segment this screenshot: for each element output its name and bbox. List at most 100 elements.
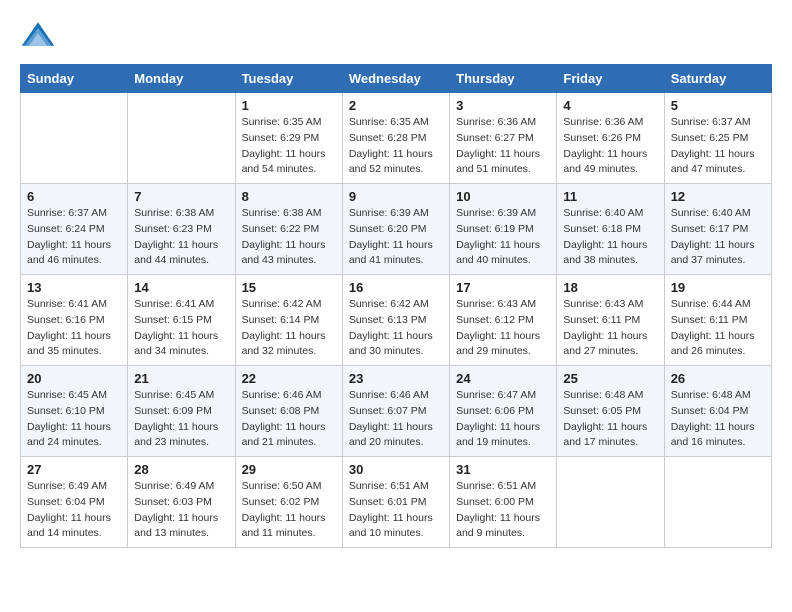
day-detail: Sunrise: 6:50 AMSunset: 6:02 PMDaylight:… [242, 479, 336, 542]
calendar-cell: 5 Sunrise: 6:37 AMSunset: 6:25 PMDaylight… [664, 93, 771, 184]
weekday-header-friday: Friday [557, 65, 664, 93]
day-number: 30 [349, 462, 443, 477]
day-detail: Sunrise: 6:44 AMSunset: 6:11 PMDaylight:… [671, 297, 765, 360]
day-number: 22 [242, 371, 336, 386]
day-detail: Sunrise: 6:48 AMSunset: 6:05 PMDaylight:… [563, 388, 657, 451]
day-number: 16 [349, 280, 443, 295]
day-detail: Sunrise: 6:39 AMSunset: 6:19 PMDaylight:… [456, 206, 550, 269]
day-detail: Sunrise: 6:43 AMSunset: 6:11 PMDaylight:… [563, 297, 657, 360]
weekday-header-row: SundayMondayTuesdayWednesdayThursdayFrid… [21, 65, 772, 93]
day-number: 21 [134, 371, 228, 386]
day-number: 6 [27, 189, 121, 204]
calendar-cell: 14 Sunrise: 6:41 AMSunset: 6:15 PMDayligh… [128, 275, 235, 366]
day-number: 11 [563, 189, 657, 204]
calendar-cell: 23 Sunrise: 6:46 AMSunset: 6:07 PMDayligh… [342, 366, 449, 457]
weekday-header-monday: Monday [128, 65, 235, 93]
calendar-week-row: 1 Sunrise: 6:35 AMSunset: 6:29 PMDaylight… [21, 93, 772, 184]
day-number: 31 [456, 462, 550, 477]
weekday-header-wednesday: Wednesday [342, 65, 449, 93]
calendar-cell: 21 Sunrise: 6:45 AMSunset: 6:09 PMDayligh… [128, 366, 235, 457]
day-detail: Sunrise: 6:45 AMSunset: 6:09 PMDaylight:… [134, 388, 228, 451]
weekday-header-tuesday: Tuesday [235, 65, 342, 93]
calendar-cell: 3 Sunrise: 6:36 AMSunset: 6:27 PMDaylight… [450, 93, 557, 184]
day-number: 20 [27, 371, 121, 386]
calendar-cell: 11 Sunrise: 6:40 AMSunset: 6:18 PMDayligh… [557, 184, 664, 275]
calendar-cell: 31 Sunrise: 6:51 AMSunset: 6:00 PMDayligh… [450, 457, 557, 548]
page-header [20, 20, 772, 48]
day-detail: Sunrise: 6:49 AMSunset: 6:03 PMDaylight:… [134, 479, 228, 542]
calendar-cell: 10 Sunrise: 6:39 AMSunset: 6:19 PMDayligh… [450, 184, 557, 275]
logo-icon [20, 20, 56, 48]
calendar-cell: 1 Sunrise: 6:35 AMSunset: 6:29 PMDaylight… [235, 93, 342, 184]
day-number: 10 [456, 189, 550, 204]
calendar-cell: 7 Sunrise: 6:38 AMSunset: 6:23 PMDaylight… [128, 184, 235, 275]
calendar-cell: 29 Sunrise: 6:50 AMSunset: 6:02 PMDayligh… [235, 457, 342, 548]
day-detail: Sunrise: 6:37 AMSunset: 6:24 PMDaylight:… [27, 206, 121, 269]
calendar-cell: 26 Sunrise: 6:48 AMSunset: 6:04 PMDayligh… [664, 366, 771, 457]
calendar-week-row: 6 Sunrise: 6:37 AMSunset: 6:24 PMDaylight… [21, 184, 772, 275]
day-number: 4 [563, 98, 657, 113]
day-number: 1 [242, 98, 336, 113]
day-number: 24 [456, 371, 550, 386]
day-number: 17 [456, 280, 550, 295]
logo [20, 20, 62, 48]
day-detail: Sunrise: 6:42 AMSunset: 6:13 PMDaylight:… [349, 297, 443, 360]
day-number: 19 [671, 280, 765, 295]
calendar-cell [557, 457, 664, 548]
calendar-cell: 8Sunrise: 6:38 AMSunset: 6:22 PMDaylight… [235, 184, 342, 275]
day-detail: Sunrise: 6:51 AMSunset: 6:00 PMDaylight:… [456, 479, 550, 542]
calendar-cell [128, 93, 235, 184]
day-number: 7 [134, 189, 228, 204]
day-number: 27 [27, 462, 121, 477]
day-detail: Sunrise: 6:35 AMSunset: 6:28 PMDaylight:… [349, 115, 443, 178]
day-detail: Sunrise: 6:35 AMSunset: 6:29 PMDaylight:… [242, 115, 336, 178]
day-detail: Sunrise: 6:40 AMSunset: 6:18 PMDaylight:… [563, 206, 657, 269]
calendar-cell: 2Sunrise: 6:35 AMSunset: 6:28 PMDaylight… [342, 93, 449, 184]
day-number: 13 [27, 280, 121, 295]
day-detail: Sunrise: 6:47 AMSunset: 6:06 PMDaylight:… [456, 388, 550, 451]
day-detail: Sunrise: 6:37 AMSunset: 6:25 PMDaylight:… [671, 115, 765, 178]
calendar-cell: 19 Sunrise: 6:44 AMSunset: 6:11 PMDayligh… [664, 275, 771, 366]
calendar-cell: 24 Sunrise: 6:47 AMSunset: 6:06 PMDayligh… [450, 366, 557, 457]
calendar-cell: 18Sunrise: 6:43 AMSunset: 6:11 PMDayligh… [557, 275, 664, 366]
day-number: 5 [671, 98, 765, 113]
calendar-week-row: 13 Sunrise: 6:41 AMSunset: 6:16 PMDayligh… [21, 275, 772, 366]
day-number: 8 [242, 189, 336, 204]
calendar-cell [21, 93, 128, 184]
calendar-cell: 30 Sunrise: 6:51 AMSunset: 6:01 PMDayligh… [342, 457, 449, 548]
day-detail: Sunrise: 6:46 AMSunset: 6:08 PMDaylight:… [242, 388, 336, 451]
calendar-cell: 17 Sunrise: 6:43 AMSunset: 6:12 PMDayligh… [450, 275, 557, 366]
day-number: 29 [242, 462, 336, 477]
calendar-cell: 9Sunrise: 6:39 AMSunset: 6:20 PMDaylight… [342, 184, 449, 275]
day-detail: Sunrise: 6:40 AMSunset: 6:17 PMDaylight:… [671, 206, 765, 269]
day-number: 14 [134, 280, 228, 295]
day-detail: Sunrise: 6:51 AMSunset: 6:01 PMDaylight:… [349, 479, 443, 542]
day-detail: Sunrise: 6:43 AMSunset: 6:12 PMDaylight:… [456, 297, 550, 360]
day-detail: Sunrise: 6:48 AMSunset: 6:04 PMDaylight:… [671, 388, 765, 451]
calendar-cell: 20 Sunrise: 6:45 AMSunset: 6:10 PMDayligh… [21, 366, 128, 457]
day-number: 25 [563, 371, 657, 386]
calendar-cell: 27Sunrise: 6:49 AMSunset: 6:04 PMDayligh… [21, 457, 128, 548]
day-detail: Sunrise: 6:41 AMSunset: 6:16 PMDaylight:… [27, 297, 121, 360]
day-detail: Sunrise: 6:46 AMSunset: 6:07 PMDaylight:… [349, 388, 443, 451]
calendar-cell: 4 Sunrise: 6:36 AMSunset: 6:26 PMDaylight… [557, 93, 664, 184]
day-detail: Sunrise: 6:41 AMSunset: 6:15 PMDaylight:… [134, 297, 228, 360]
day-number: 26 [671, 371, 765, 386]
calendar-cell: 15 Sunrise: 6:42 AMSunset: 6:14 PMDayligh… [235, 275, 342, 366]
day-detail: Sunrise: 6:45 AMSunset: 6:10 PMDaylight:… [27, 388, 121, 451]
day-number: 28 [134, 462, 228, 477]
day-detail: Sunrise: 6:42 AMSunset: 6:14 PMDaylight:… [242, 297, 336, 360]
day-detail: Sunrise: 6:38 AMSunset: 6:23 PMDaylight:… [134, 206, 228, 269]
calendar-week-row: 27Sunrise: 6:49 AMSunset: 6:04 PMDayligh… [21, 457, 772, 548]
calendar-week-row: 20 Sunrise: 6:45 AMSunset: 6:10 PMDayligh… [21, 366, 772, 457]
weekday-header-saturday: Saturday [664, 65, 771, 93]
day-detail: Sunrise: 6:36 AMSunset: 6:27 PMDaylight:… [456, 115, 550, 178]
day-detail: Sunrise: 6:36 AMSunset: 6:26 PMDaylight:… [563, 115, 657, 178]
day-number: 3 [456, 98, 550, 113]
calendar-cell: 6 Sunrise: 6:37 AMSunset: 6:24 PMDaylight… [21, 184, 128, 275]
day-number: 15 [242, 280, 336, 295]
day-number: 23 [349, 371, 443, 386]
calendar-table: SundayMondayTuesdayWednesdayThursdayFrid… [20, 64, 772, 548]
calendar-cell: 28 Sunrise: 6:49 AMSunset: 6:03 PMDayligh… [128, 457, 235, 548]
day-number: 9 [349, 189, 443, 204]
